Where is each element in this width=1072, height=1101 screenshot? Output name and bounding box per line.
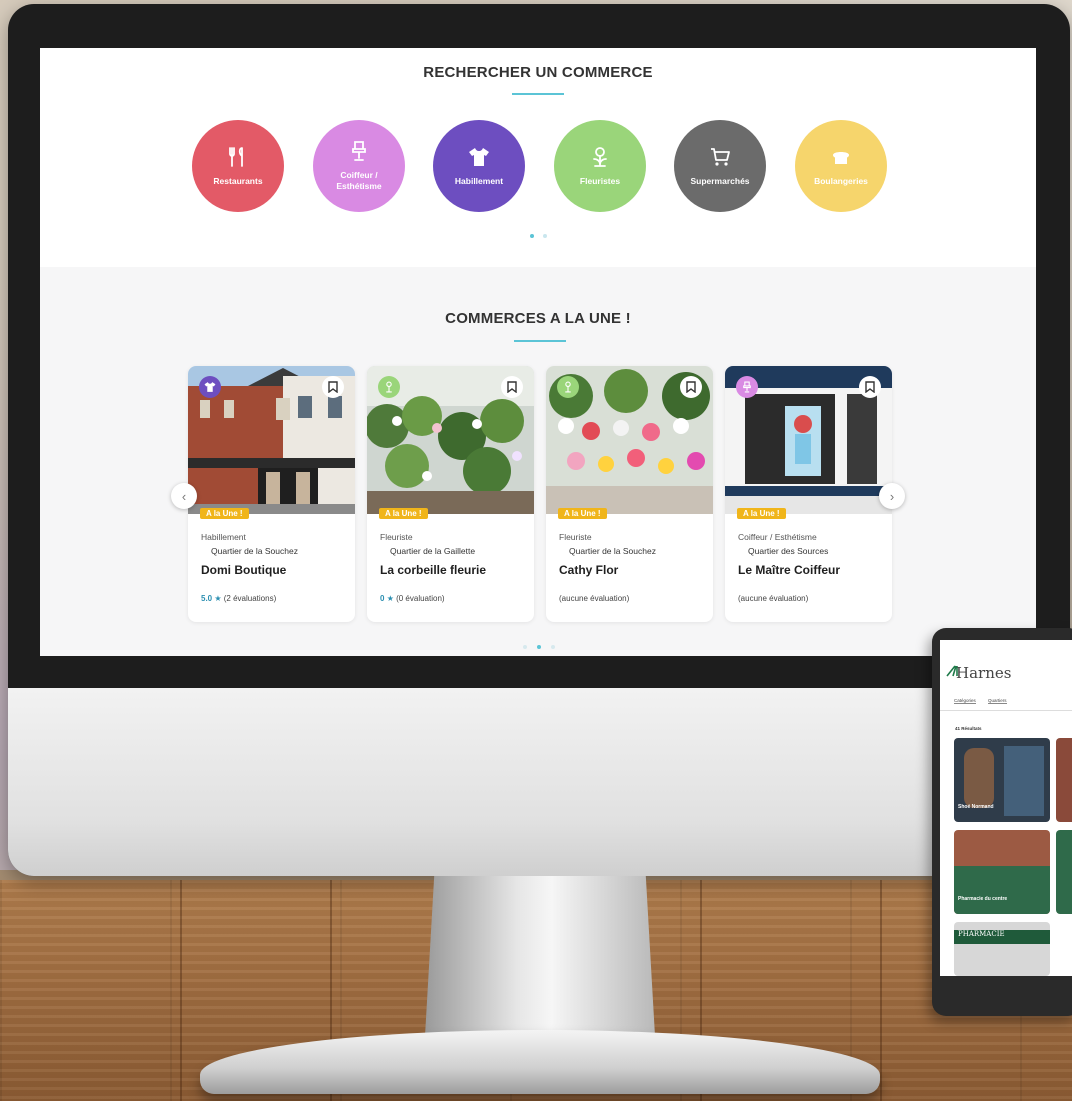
tshirt-icon	[199, 376, 221, 398]
category-label: Supermarchés	[690, 175, 750, 186]
tablet-shop-tile[interactable]: Pharmacie du centre	[954, 830, 1050, 914]
rating-score: 0	[380, 594, 385, 603]
search-section-title: RECHERCHER UN COMMERCE	[423, 64, 653, 81]
bookmark-icon[interactable]	[680, 376, 702, 398]
cart-icon	[711, 147, 730, 166]
rating-count: (aucune évaluation)	[738, 594, 809, 603]
featured-section-title: COMMERCES A LA UNE !	[445, 310, 631, 327]
carousel-prev-button[interactable]: ‹	[171, 483, 197, 509]
category-label: Coiffeur / Esthétisme	[336, 170, 382, 191]
card-category: Fleuriste	[380, 532, 413, 542]
carousel-dot[interactable]	[543, 234, 547, 238]
chevron-left-icon: ‹	[181, 488, 187, 504]
search-title-underline	[512, 93, 564, 95]
featured-badge: A la Une !	[558, 508, 607, 519]
star-icon: ★	[386, 594, 394, 603]
featured-card[interactable]: A la Une ! Coiffeur / Esthétisme Quartie…	[725, 366, 892, 622]
tablet-filter-quartiers[interactable]: Quartiers	[988, 698, 1007, 704]
rating-count: (2 évaluations)	[223, 594, 277, 603]
chevron-right-icon: ›	[889, 488, 895, 504]
flower-icon	[593, 146, 607, 167]
carousel-dot-active[interactable]	[537, 645, 541, 649]
bookmark-icon[interactable]	[859, 376, 881, 398]
tile-title: Pharmacie du centre	[958, 896, 1008, 902]
website-screen: RECHERCHER UN COMMERCE Restaurants Coiff…	[40, 48, 1036, 656]
tablet-screen: Harnes Catégories Quartiers 41 Résultats…	[940, 640, 1072, 976]
monitor-stand-neck	[425, 876, 655, 1036]
featured-badge: A la Une !	[379, 508, 428, 519]
tshirt-icon	[469, 147, 489, 166]
bookmark-icon[interactable]	[322, 376, 344, 398]
card-rating: 5.0 ★ (2 évaluations)	[201, 594, 276, 603]
category-coiffeur[interactable]: Coiffeur / Esthétisme	[313, 120, 405, 212]
card-quarter: Quartier de la Souchez	[569, 546, 656, 556]
rating-count: (0 évaluation)	[396, 594, 445, 603]
card-shop-name[interactable]: Cathy Flor	[559, 563, 618, 577]
featured-card[interactable]: A la Une ! Fleuriste Quartier de la Souc…	[546, 366, 713, 622]
card-shop-name[interactable]: Le Maître Coiffeur	[738, 563, 840, 577]
tablet-shop-tile[interactable]	[1056, 830, 1072, 914]
card-quarter: Quartier de la Souchez	[211, 546, 298, 556]
rating-score: 5.0	[201, 594, 213, 603]
rating-count: (aucune évaluation)	[559, 594, 630, 603]
card-rating: (aucune évaluation)	[738, 594, 808, 603]
tablet-shop-tile[interactable]: PHARMACIE	[954, 922, 1050, 976]
card-shop-name[interactable]: Domi Boutique	[201, 563, 286, 577]
card-category: Fleuriste	[559, 532, 592, 542]
monitor-chin	[8, 688, 1070, 876]
carousel-dot[interactable]	[523, 645, 527, 649]
card-rating: (aucune évaluation)	[559, 594, 629, 603]
category-habillement[interactable]: Habillement	[433, 120, 525, 212]
star-icon: ★	[214, 594, 222, 603]
category-label: Boulangeries	[814, 175, 868, 186]
category-label: Habillement	[454, 175, 504, 186]
featured-card[interactable]: A la Une ! Fleuriste Quartier de la Gail…	[367, 366, 534, 622]
carousel-dot-active[interactable]	[530, 234, 534, 238]
category-label: Fleuristes	[579, 175, 621, 186]
card-category: Habillement	[201, 532, 246, 542]
featured-badge: A la Une !	[200, 508, 249, 519]
flower-icon	[378, 376, 400, 398]
tablet-shop-tile[interactable]: Shoé Normand	[954, 738, 1050, 822]
card-category: Coiffeur / Esthétisme	[738, 532, 817, 542]
pharmacy-sign: PHARMACIE	[954, 930, 1050, 944]
chair-icon	[736, 376, 758, 398]
carousel-next-button[interactable]: ›	[879, 483, 905, 509]
category-supermarches[interactable]: Supermarchés	[674, 120, 766, 212]
carousel-dot[interactable]	[551, 645, 555, 649]
category-label: Restaurants	[213, 175, 263, 186]
chair-icon	[352, 141, 366, 161]
tablet-filter-categories[interactable]: Catégories	[954, 698, 976, 704]
flower-icon	[557, 376, 579, 398]
featured-card[interactable]: A la Une ! Habillement Quartier de la So…	[188, 366, 355, 622]
bread-icon	[833, 151, 849, 164]
tablet-logo: Harnes	[956, 664, 1012, 682]
card-rating: 0 ★ (0 évaluation)	[380, 594, 445, 603]
card-quarter: Quartier de la Gaillette	[390, 546, 476, 556]
tile-title: Shoé Normand	[958, 804, 994, 810]
category-boulangeries[interactable]: Boulangeries	[795, 120, 887, 212]
card-quarter: Quartier des Sources	[748, 546, 829, 556]
featured-badge: A la Une !	[737, 508, 786, 519]
divider	[940, 710, 1072, 711]
tablet-results-count: 41 Résultats	[955, 726, 982, 731]
featured-title-underline	[514, 340, 566, 342]
tablet-shop-tile[interactable]	[1056, 738, 1072, 822]
category-fleuristes[interactable]: Fleuristes	[554, 120, 646, 212]
card-shop-name[interactable]: La corbeille fleurie	[380, 563, 486, 577]
category-restaurants[interactable]: Restaurants	[192, 120, 284, 212]
bookmark-icon[interactable]	[501, 376, 523, 398]
utensils-icon	[229, 146, 243, 167]
